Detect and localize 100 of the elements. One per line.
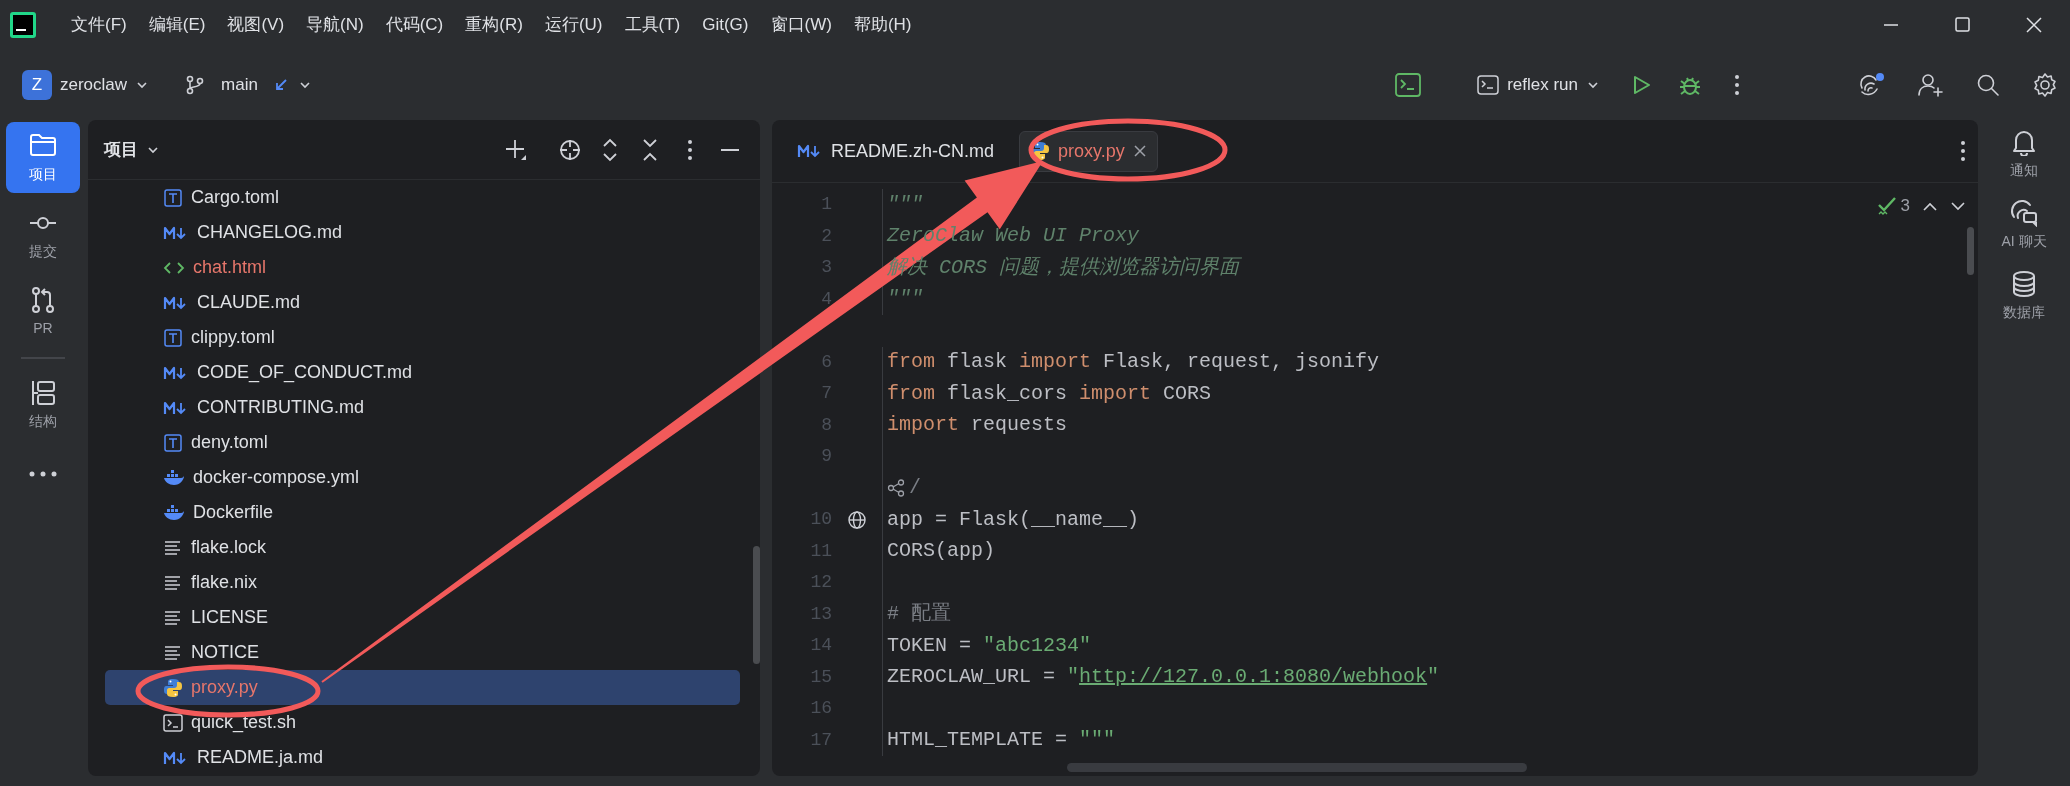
file-tree-item[interactable]: deny.toml (105, 425, 740, 460)
markdown-file-icon (163, 224, 189, 241)
file-tree-item[interactable]: LICENSE (105, 600, 740, 635)
file-tree-item[interactable]: clippy.toml (105, 320, 740, 355)
markdown-file-icon (163, 364, 189, 381)
file-tree-item[interactable]: Cargo.toml (105, 180, 740, 215)
code-line: app = Flask(__name__) (887, 506, 1140, 533)
ai-chat-icon (2010, 199, 2038, 227)
tool-window-button[interactable]: AI 聊天 (1996, 199, 2052, 252)
close-icon[interactable] (2024, 16, 2044, 34)
terminal-icon (1477, 75, 1500, 95)
markdown-file-icon (163, 749, 189, 766)
problems-count[interactable]: 3 (1900, 193, 1910, 219)
menu-item[interactable]: 代码(C) (374, 12, 455, 38)
route-hint[interactable]: / (887, 473, 921, 504)
whale-icon (163, 503, 185, 522)
code-line: import requests (887, 412, 1068, 439)
crosshair-icon[interactable] (558, 137, 582, 162)
code-line: ZEROCLAW_URL = "http://127.0.0.1:8080/webhook" (887, 664, 1440, 691)
code-line: CORS(app) (887, 538, 996, 565)
ai-assistant-icon[interactable] (1858, 72, 1886, 98)
menu-item[interactable]: 帮助(H) (842, 12, 923, 38)
file-tree-item[interactable]: flake.lock (105, 530, 740, 565)
menu-item[interactable]: 运行(U) (533, 12, 614, 38)
file-tree-item[interactable]: CONTRIBUTING.md (105, 390, 740, 425)
menu-item[interactable]: 文件(F) (60, 12, 138, 38)
tool-window-button[interactable]: 项目 (6, 122, 80, 193)
share-icon[interactable] (887, 479, 905, 498)
tool-window-button[interactable]: 提交 (6, 199, 80, 270)
tool-window-button[interactable]: 通知 (1996, 128, 2052, 181)
whale-icon (163, 468, 185, 487)
menu-item[interactable]: 工具(T) (613, 12, 692, 38)
file-tree-item[interactable]: flake.nix (105, 565, 740, 600)
text-file-icon (163, 574, 183, 591)
file-tree-item[interactable]: docker-compose.yml (105, 460, 740, 495)
code-line: """ (887, 191, 923, 218)
run-config-selector[interactable]: reflex run (1507, 72, 1578, 98)
menu-item[interactable]: 编辑(E) (137, 12, 217, 38)
check-icon[interactable] (1876, 195, 1897, 216)
incoming-arrow-icon (273, 78, 288, 92)
html-file-icon (163, 259, 185, 276)
more-icon[interactable] (28, 470, 58, 478)
file-tree-item[interactable]: README.ja.md (105, 740, 740, 775)
scrollbar-thumb[interactable] (1967, 227, 1974, 275)
menu-item[interactable]: 窗口(W) (759, 12, 843, 38)
menu-item[interactable]: 重构(R) (454, 12, 534, 38)
project-avatar: Z (22, 70, 52, 100)
file-tree-item[interactable]: CODE_OF_CONDUCT.md (105, 355, 740, 390)
menu-item[interactable]: Git(G) (691, 12, 760, 38)
settings-icon[interactable] (2032, 72, 2058, 98)
branch-name[interactable]: main (221, 72, 258, 98)
code-line: HTML_TEMPLATE = """ (887, 727, 1116, 754)
bell-icon (2010, 128, 2038, 156)
text-file-icon (163, 539, 183, 556)
tool-window-button[interactable]: PR (6, 276, 80, 347)
add-icon[interactable] (504, 137, 528, 162)
markdown-file-icon (797, 143, 823, 159)
branch-icon[interactable] (185, 75, 206, 95)
python-file-icon (163, 677, 183, 698)
file-tree-item[interactable]: CHANGELOG.md (105, 215, 740, 250)
text-file-icon (163, 644, 183, 661)
terminal-file-icon (163, 713, 183, 732)
more-icon[interactable] (1960, 140, 1966, 162)
toml-file-icon (163, 432, 183, 453)
maximize-icon[interactable] (1952, 16, 1972, 34)
close-icon[interactable] (1132, 144, 1147, 158)
markdown-file-icon (163, 399, 189, 416)
menu-item[interactable]: 导航(N) (295, 12, 375, 38)
code-line: from flask_cors import CORS (887, 380, 1212, 407)
globe-icon[interactable] (847, 509, 867, 530)
terminal-icon[interactable] (1395, 73, 1422, 97)
tool-window-button[interactable]: 结构 (6, 369, 80, 440)
editor-tab[interactable]: proxy.py (1019, 130, 1158, 172)
file-tree-item[interactable]: CLAUDE.md (105, 285, 740, 320)
toml-file-icon (163, 187, 183, 208)
menu-item[interactable]: 视图(V) (216, 12, 296, 38)
editor-tab[interactable]: README.zh-CN.md (786, 130, 1006, 172)
project-name[interactable]: zeroclaw (60, 72, 128, 98)
search-icon[interactable] (1976, 73, 2000, 97)
scrollbar-thumb[interactable] (1067, 763, 1527, 772)
file-tree-item[interactable]: quick_test.sh (105, 705, 740, 740)
tool-window-button[interactable]: 数据库 (1996, 270, 2052, 323)
app-logo[interactable] (10, 12, 36, 38)
structure-icon (29, 379, 57, 407)
file-tree-item[interactable]: NOTICE (105, 635, 740, 670)
panel-title[interactable]: 项目 (104, 136, 138, 163)
database-icon (2010, 270, 2038, 298)
chevron-down-icon[interactable] (1950, 199, 1966, 212)
add-user-icon[interactable] (1918, 73, 1944, 97)
code-line: TOKEN = "abc1234" (887, 632, 1092, 659)
file-tree-item[interactable]: Dockerfile (105, 495, 740, 530)
text-file-icon (163, 609, 183, 626)
pull-request-icon (29, 286, 57, 314)
markdown-file-icon (163, 294, 189, 311)
scrollbar-thumb[interactable] (753, 546, 760, 664)
code-line: from flask import Flask, request, jsonify (887, 349, 1380, 376)
code-line: """ (887, 286, 923, 313)
more-icon[interactable] (1734, 74, 1740, 96)
toml-file-icon (163, 327, 183, 348)
file-tree-item[interactable]: chat.html (105, 250, 740, 285)
